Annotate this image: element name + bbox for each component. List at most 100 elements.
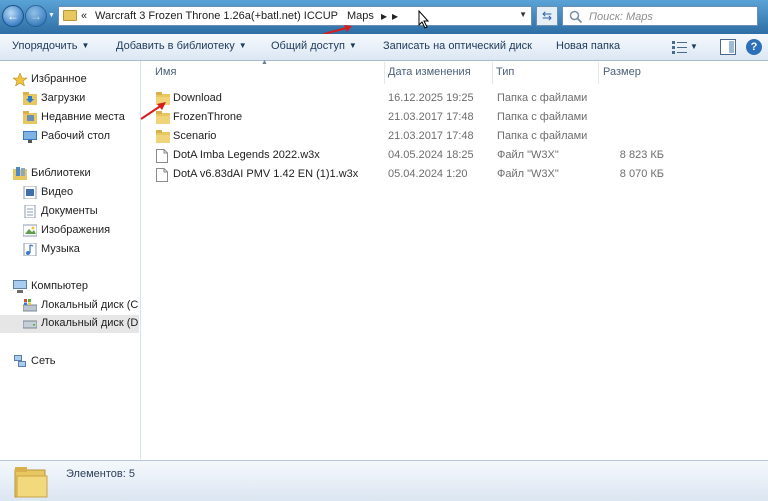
nav-label: Рабочий стол xyxy=(41,130,111,142)
network-icon xyxy=(14,355,26,367)
file-name: DotA Imba Legends 2022.w3x xyxy=(173,149,320,161)
folder-icon xyxy=(156,130,170,143)
chevron-right-icon[interactable]: ▸ xyxy=(392,9,398,23)
add-to-library-label: Добавить в библиотеку xyxy=(116,40,235,52)
nav-label: Сеть xyxy=(31,355,56,367)
forward-button[interactable]: → xyxy=(25,5,47,27)
column-divider[interactable] xyxy=(492,62,493,84)
pictures-icon xyxy=(23,224,37,237)
nav-label: Документы xyxy=(41,205,98,217)
file-date: 21.03.2017 17:48 xyxy=(388,130,474,142)
nav-label: Локальный диск (D xyxy=(41,317,139,329)
column-header-type[interactable]: Тип xyxy=(496,66,514,78)
organize-button[interactable]: Упорядочить ▼ xyxy=(12,40,89,52)
file-date: 05.04.2024 1:20 xyxy=(388,168,468,180)
file-type: Файл "W3X" xyxy=(497,149,559,161)
file-type: Файл "W3X" xyxy=(497,168,559,180)
address-bar[interactable]: « Warcraft 3 Frozen Throne 1.26a(+batl.n… xyxy=(58,6,532,26)
items-count: Элементов: 5 xyxy=(66,468,135,480)
star-icon xyxy=(13,73,27,86)
file-size: 8 070 КБ xyxy=(619,168,664,180)
file-icon xyxy=(156,149,168,163)
file-name: Download xyxy=(173,92,222,104)
chevron-down-icon: ▼ xyxy=(348,41,357,50)
burn-button[interactable]: Записать на оптический диск xyxy=(383,40,532,52)
breadcrumb-item-warcraft[interactable]: Warcraft 3 Frozen Throne 1.26a(+batl.net… xyxy=(95,10,338,22)
view-dropdown-icon[interactable]: ▼ xyxy=(690,42,698,51)
file-row-dota-pmv[interactable]: DotA v6.83dAI PMV 1.42 EN (1)1.w3x 05.04… xyxy=(150,165,670,184)
music-icon xyxy=(23,243,37,256)
new-folder-button[interactable]: Новая папка xyxy=(556,40,620,52)
nav-label: Недавние места xyxy=(41,111,125,123)
organize-label: Упорядочить xyxy=(12,40,78,52)
address-dropdown-icon[interactable]: ▼ xyxy=(519,10,527,19)
file-row-dota-imba[interactable]: DotA Imba Legends 2022.w3x 04.05.2024 18… xyxy=(150,146,670,165)
nav-label: Видео xyxy=(41,186,74,198)
chevron-down-icon: ▼ xyxy=(81,41,90,50)
nav-disk-d[interactable]: Локальный диск (D xyxy=(0,315,139,333)
nav-label: Изображения xyxy=(41,224,111,236)
nav-label: Избранное xyxy=(31,73,87,85)
system-drive-icon xyxy=(23,299,37,312)
libraries-icon xyxy=(13,167,27,180)
navigation-pane: Избранное Загрузки Недавние места Рабочи… xyxy=(0,61,141,459)
column-header-name[interactable]: Имя xyxy=(155,66,176,78)
annotation-arrow xyxy=(140,102,166,120)
recent-pages-dropdown-icon[interactable]: ▼ xyxy=(48,12,55,19)
downloads-folder-icon xyxy=(23,92,37,105)
desktop-icon xyxy=(23,131,37,143)
recent-places-icon xyxy=(23,111,37,124)
view-options-icon[interactable] xyxy=(672,40,688,54)
documents-icon xyxy=(24,205,36,218)
add-to-library-button[interactable]: Добавить в библиотеку ▼ xyxy=(116,40,247,52)
arrow-left-icon: ← xyxy=(7,9,19,23)
folder-icon xyxy=(63,10,77,21)
file-name: Scenario xyxy=(173,130,217,142)
back-button[interactable]: ← xyxy=(2,5,24,27)
column-divider[interactable] xyxy=(598,62,599,84)
file-date: 16.12.2025 19:25 xyxy=(388,92,474,104)
address-toolbar: ← → ▼ « Warcraft 3 Frozen Throne 1.26a(+… xyxy=(0,0,768,34)
refresh-button[interactable]: ⇆ xyxy=(536,6,558,26)
chevron-down-icon: ▼ xyxy=(238,41,247,50)
drive-icon xyxy=(23,320,37,329)
breadcrumb-overflow[interactable]: « xyxy=(81,10,87,22)
folder-icon xyxy=(14,467,48,498)
column-header-date[interactable]: Дата изменения xyxy=(388,66,471,78)
column-header-size[interactable]: Размер xyxy=(603,66,641,78)
file-name: DotA v6.83dAI PMV 1.42 EN (1)1.w3x xyxy=(173,168,359,180)
details-pane: Элементов: 5 xyxy=(0,460,768,501)
share-button[interactable]: Общий доступ ▼ xyxy=(271,40,357,52)
file-type: Папка с файлами xyxy=(497,92,588,104)
preview-pane-icon[interactable] xyxy=(720,39,736,55)
file-row-download[interactable]: Download 16.12.2025 19:25 Папка с файлам… xyxy=(150,89,670,108)
computer-icon xyxy=(13,280,27,293)
nav-label: Библиотеки xyxy=(31,167,91,179)
refresh-icon: ⇆ xyxy=(541,9,553,23)
chevron-right-icon[interactable]: ▸ xyxy=(381,9,387,23)
arrow-right-icon: → xyxy=(30,9,42,23)
file-name: FrozenThrone xyxy=(173,111,243,123)
file-row-frozenthrone[interactable]: FrozenThrone 21.03.2017 17:48 Папка с фа… xyxy=(150,108,670,127)
search-field[interactable] xyxy=(562,6,758,26)
file-row-scenario[interactable]: Scenario 21.03.2017 17:48 Папка с файлам… xyxy=(150,127,670,146)
file-type: Папка с файлами xyxy=(497,111,588,123)
file-date: 04.05.2024 18:25 xyxy=(388,149,474,161)
search-icon xyxy=(569,10,583,24)
breadcrumb-item-maps[interactable]: Maps xyxy=(347,10,374,22)
search-input[interactable] xyxy=(587,8,751,26)
share-label: Общий доступ xyxy=(271,40,345,52)
nav-label: Локальный диск (C xyxy=(41,299,139,311)
help-icon[interactable]: ? xyxy=(746,39,762,55)
mouse-cursor-icon xyxy=(418,10,430,29)
sort-ascending-icon: ▲ xyxy=(261,59,268,66)
nav-label: Загрузки xyxy=(41,92,86,104)
file-size: 8 823 КБ xyxy=(619,149,664,161)
nav-label: Музыка xyxy=(41,243,80,255)
column-divider[interactable] xyxy=(384,62,385,84)
file-icon xyxy=(156,168,168,182)
command-bar: Упорядочить ▼ Добавить в библиотеку ▼ Общи… xyxy=(0,34,768,61)
video-icon xyxy=(23,186,37,199)
nav-label: Компьютер xyxy=(31,280,88,292)
file-date: 21.03.2017 17:48 xyxy=(388,111,474,123)
